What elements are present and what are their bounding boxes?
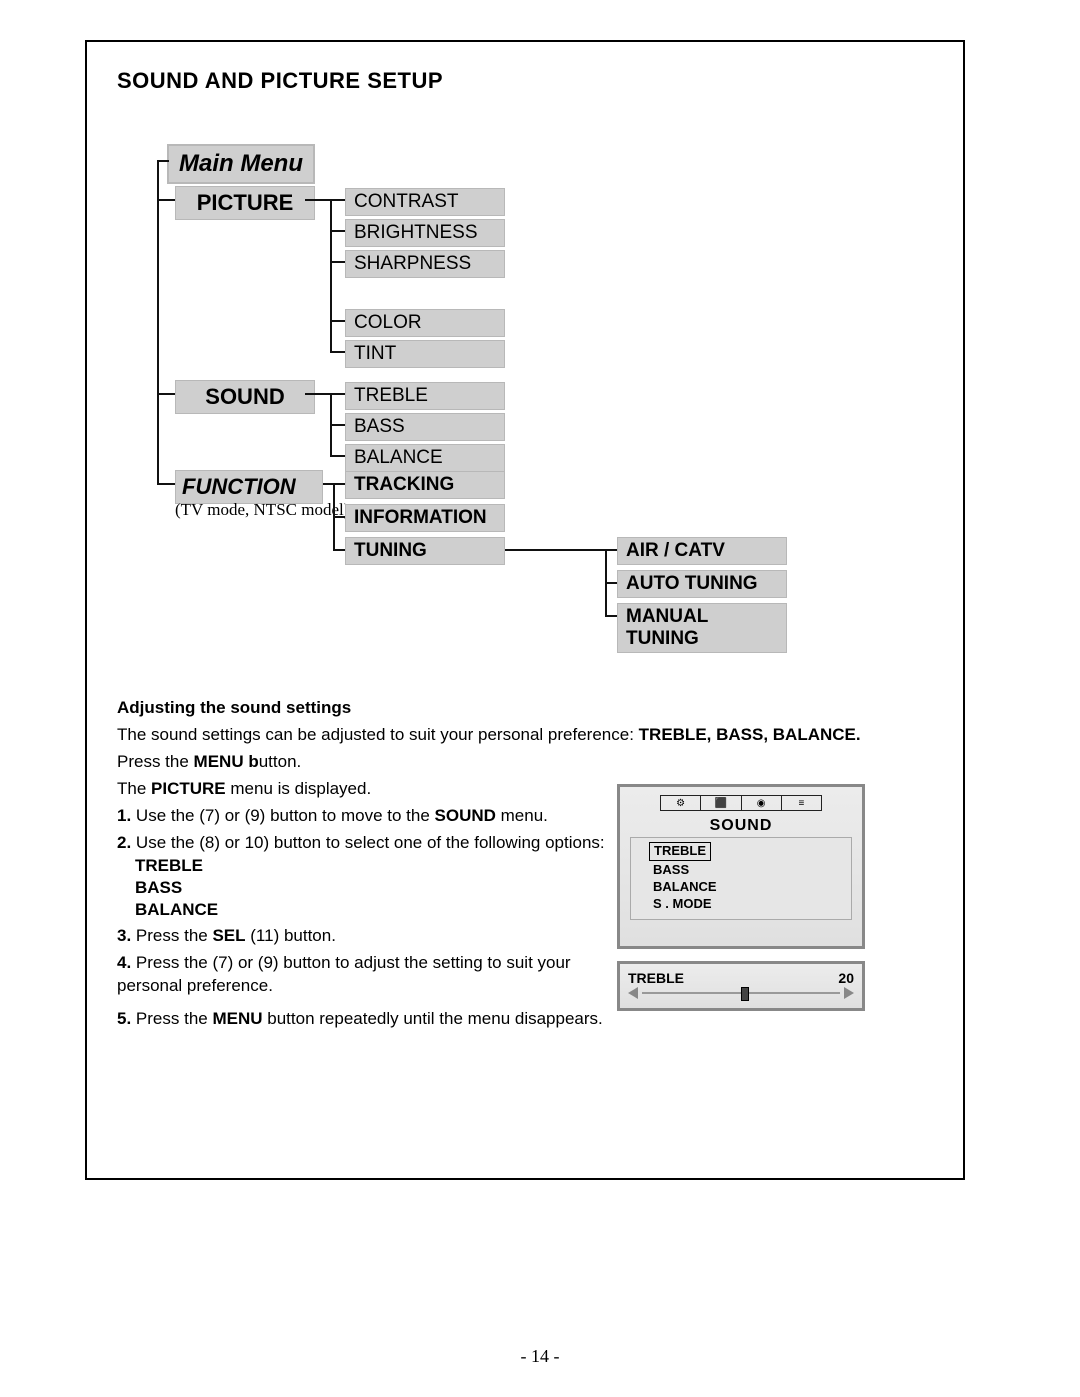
menu-sound-item-treble: TREBLE (345, 382, 505, 410)
menu-function-item-information: INFORMATION (345, 504, 505, 532)
slider-thumb-icon (741, 987, 749, 1001)
function-note: (TV mode, NTSC model) (175, 500, 349, 520)
menu-picture-item-contrast: CONTRAST (345, 188, 505, 216)
osd-tab-icon: ⬛ (701, 796, 741, 810)
menu-picture-item-sharpness: SHARPNESS (345, 250, 505, 278)
step-3: 3. Press the SEL (11) button. (117, 925, 627, 948)
osd-slider-panel: TREBLE 20 (617, 961, 865, 1011)
osd-tab-icon: ⚙ (661, 796, 701, 810)
menu-sound: SOUND (175, 380, 315, 414)
osd-slider-label: TREBLE (628, 970, 684, 986)
step-5: 5. Press the MENU button repeatedly unti… (117, 1008, 627, 1031)
menu-picture-item-color: COLOR (345, 309, 505, 337)
osd-tabs: ⚙ ⬛ ◉ ≡ (660, 795, 822, 811)
menu-sound-item-balance: BALANCE (345, 444, 505, 472)
instructions-title: Adjusting the sound settings (117, 697, 937, 720)
step-1: 1. Use the (7) or (9) button to move to … (117, 805, 627, 828)
step-4: 4. Press the (7) or (9) button to adjust… (117, 952, 627, 998)
osd-slider-bar (628, 988, 854, 998)
osd-screenshot: ⚙ ⬛ ◉ ≡ SOUND TREBLE BASS BALANCE S . MO… (617, 784, 865, 1011)
menu-sound-item-bass: BASS (345, 413, 505, 441)
menu-root: Main Menu (167, 144, 315, 184)
osd-item: BASS (653, 862, 689, 877)
section-title: SOUND AND PICTURE SETUP (117, 68, 933, 94)
osd-tab-icon: ◉ (742, 796, 782, 810)
menu-tree-diagram: Main Menu PICTURE CONTRAST BRIGHTNESS SH… (117, 144, 937, 674)
menu-picture-item-brightness: BRIGHTNESS (345, 219, 505, 247)
osd-list: TREBLE BASS BALANCE S . MODE (630, 837, 852, 920)
osd-item: BALANCE (653, 879, 717, 894)
menu-picture-item-tint: TINT (345, 340, 505, 368)
menu-tuning-sub-auto: AUTO TUNING (617, 570, 787, 598)
press-menu-line: Press the MENU button. (117, 751, 937, 774)
osd-item-selected: TREBLE (649, 842, 711, 861)
menu-function-item-tracking: TRACKING (345, 471, 505, 499)
osd-tab-icon: ≡ (782, 796, 821, 810)
menu-tuning-sub-air-catv: AIR / CATV (617, 537, 787, 565)
menu-tuning-sub-manual: MANUAL TUNING (617, 603, 787, 653)
osd-item: S . MODE (653, 896, 712, 911)
left-arrow-icon (628, 987, 638, 999)
osd-slider-value: 20 (838, 970, 854, 986)
menu-function: FUNCTION (175, 470, 323, 504)
osd-title: SOUND (630, 817, 852, 835)
menu-function-item-tuning: TUNING (345, 537, 505, 565)
step-2: 2. Use the (8) or 10) button to select o… (117, 832, 627, 921)
right-arrow-icon (844, 987, 854, 999)
instructions-intro: The sound settings can be adjusted to su… (117, 724, 937, 747)
menu-picture: PICTURE (175, 186, 315, 220)
page-number: - 14 - (0, 1346, 1080, 1367)
